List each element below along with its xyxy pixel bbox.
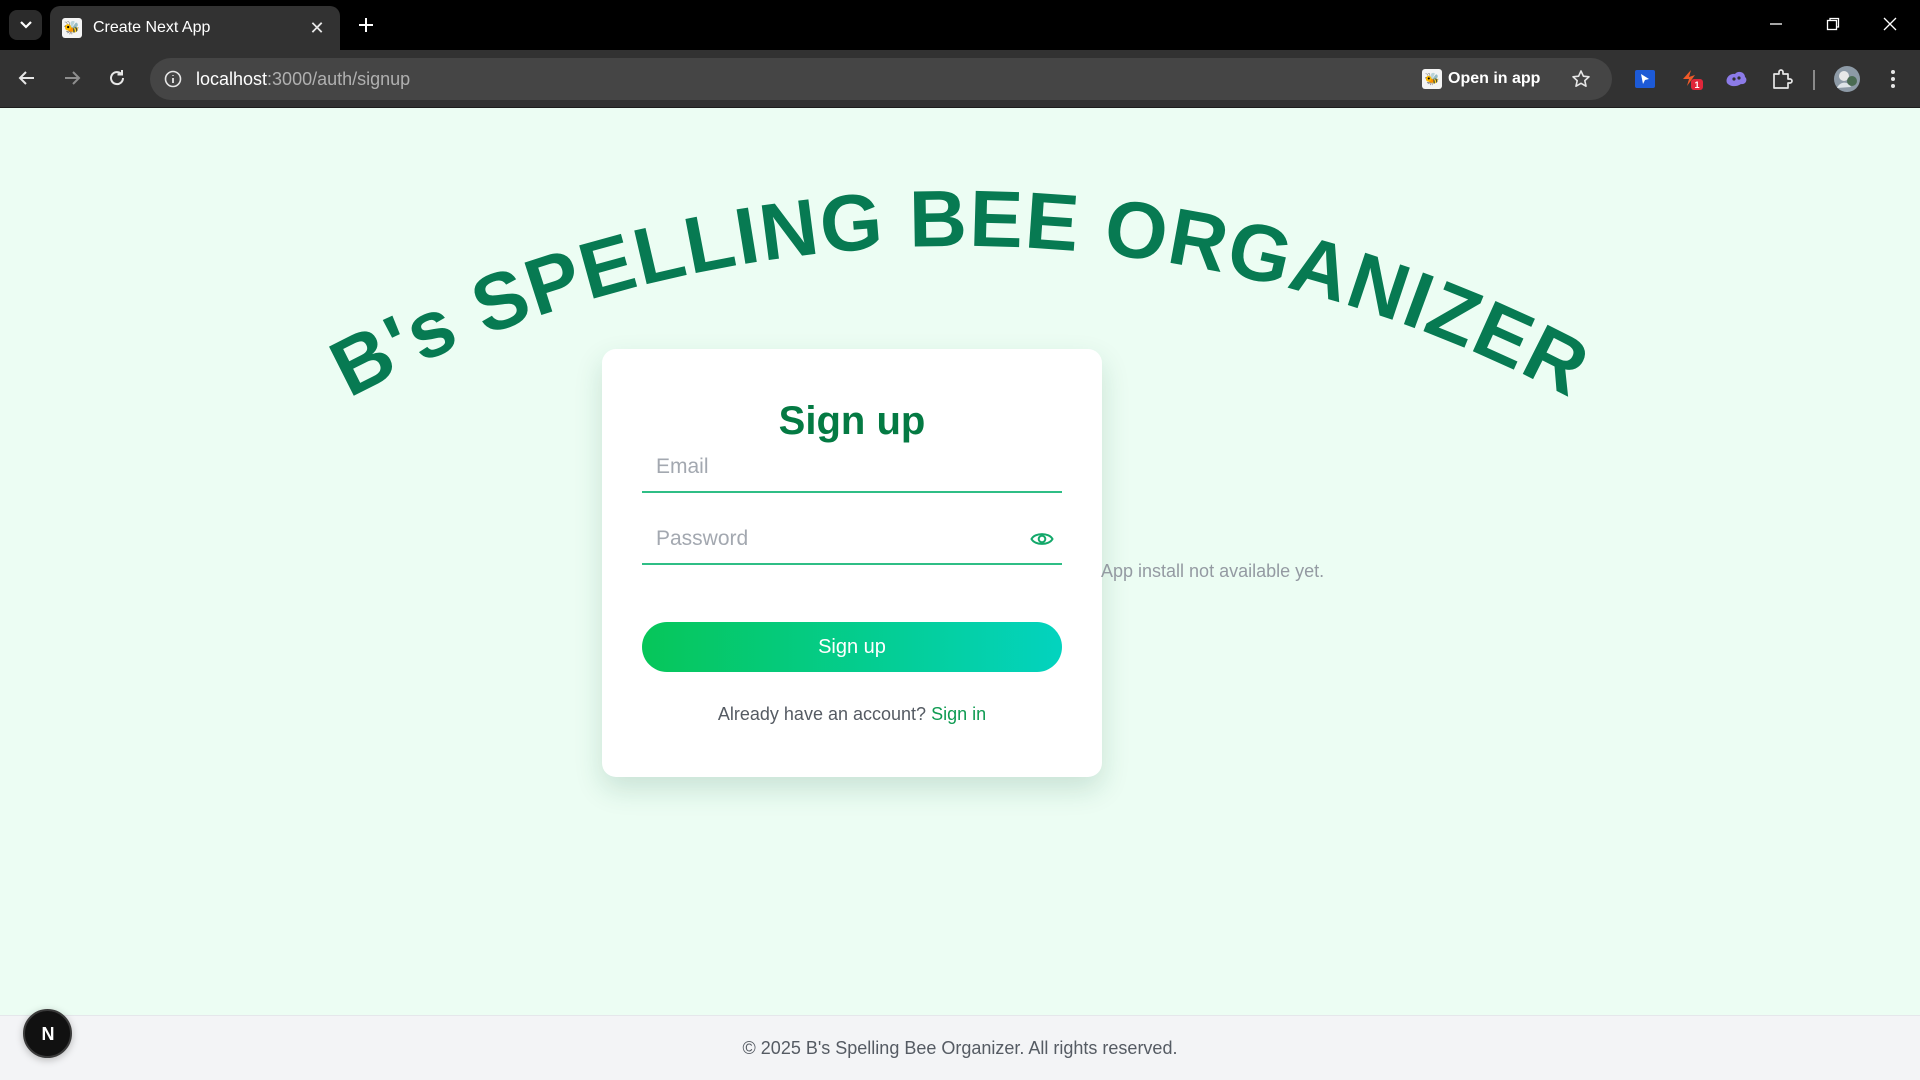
extension-cloud-icon[interactable]: [1720, 63, 1752, 95]
browser-menu-icon[interactable]: [1877, 63, 1909, 95]
extension-cursor-icon[interactable]: [1629, 63, 1661, 95]
tab-strip: 🐝 Create Next App ✕: [0, 0, 1920, 50]
active-tab[interactable]: 🐝 Create Next App ✕: [50, 6, 340, 50]
chevron-down-icon: [19, 21, 32, 29]
dev-badge-letter: N: [41, 1024, 54, 1044]
restore-button[interactable]: [1813, 8, 1853, 40]
email-input[interactable]: [642, 443, 1062, 491]
close-window-button[interactable]: [1870, 8, 1910, 40]
tab-search-button[interactable]: [9, 10, 42, 40]
reload-icon: [110, 70, 125, 86]
arrow-right-icon: [65, 71, 81, 85]
minimize-button[interactable]: [1756, 8, 1796, 40]
page-footer: © 2025 B's Spelling Bee Organizer. All r…: [0, 1015, 1920, 1080]
reload-button[interactable]: [100, 61, 134, 95]
url-text[interactable]: localhost:3000/auth/signup: [196, 69, 410, 90]
restore-icon: [1826, 17, 1840, 31]
site-info-icon[interactable]: [160, 66, 186, 92]
open-in-app-button[interactable]: 🐝 Open in app: [1422, 68, 1540, 90]
url-host: localhost: [196, 69, 268, 89]
url-path: :3000/auth/signup: [267, 69, 411, 89]
extensions-puzzle-icon[interactable]: [1766, 63, 1798, 95]
profile-avatar-icon[interactable]: [1831, 63, 1863, 95]
nextjs-logo-icon: N: [41, 1024, 54, 1044]
bookmark-star-icon[interactable]: [1568, 66, 1594, 92]
signup-card: Sign up Sign up Already have an account?…: [602, 349, 1102, 777]
form-heading: Sign up: [778, 399, 926, 443]
bee-icon: 🐝: [62, 18, 82, 38]
nextjs-dev-indicator[interactable]: N: [23, 1009, 72, 1058]
close-icon: [1883, 17, 1897, 31]
password-field: [642, 515, 1062, 565]
browser-toolbar: localhost:3000/auth/signup 🐝 Open in app…: [0, 50, 1920, 108]
extension-badge-count: 1: [1694, 80, 1699, 90]
open-in-app-label: Open in app: [1448, 70, 1541, 87]
forward-button[interactable]: [55, 61, 89, 95]
signin-prompt-line: Already have an account? Sign in: [602, 704, 1102, 725]
new-tab-button[interactable]: [353, 10, 379, 40]
password-input[interactable]: [642, 515, 1062, 563]
toolbar-divider: [1813, 70, 1815, 90]
email-field: [642, 443, 1062, 493]
signin-link[interactable]: Sign in: [931, 704, 986, 724]
install-status-note: App install not available yet.: [1101, 561, 1325, 581]
tab-title: Create Next App: [93, 19, 211, 36]
back-button[interactable]: [10, 61, 44, 95]
signin-prompt-text: Already have an account?: [717, 704, 927, 724]
close-tab-icon[interactable]: ✕: [306, 17, 328, 39]
minimize-icon: [1770, 23, 1782, 25]
show-password-eye-icon[interactable]: [1030, 527, 1054, 551]
plus-icon: [359, 18, 373, 32]
page-content: B's SPELLING BEE ORGANIZER Sign up Sign …: [0, 109, 1920, 1016]
bee-icon: 🐝: [1422, 69, 1442, 89]
address-bar[interactable]: localhost:3000/auth/signup 🐝 Open in app: [150, 58, 1612, 100]
footer-copyright: © 2025 B's Spelling Bee Organizer. All r…: [742, 1037, 1178, 1058]
signup-submit-button[interactable]: Sign up: [642, 622, 1062, 672]
extension-alert-icon[interactable]: 1: [1676, 63, 1708, 95]
arrow-left-icon: [18, 71, 34, 85]
